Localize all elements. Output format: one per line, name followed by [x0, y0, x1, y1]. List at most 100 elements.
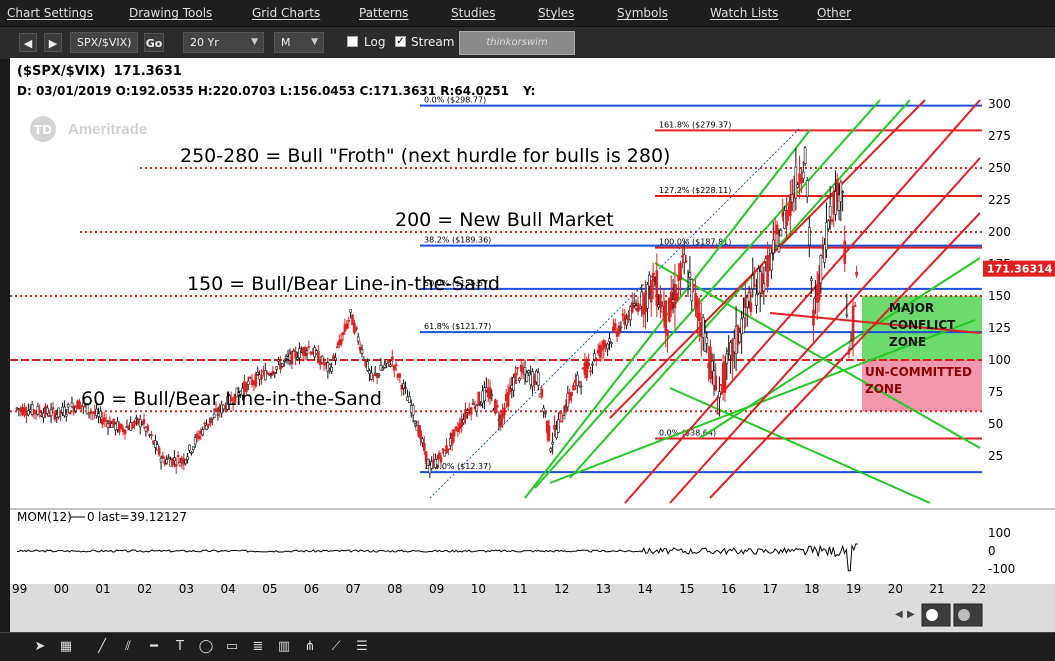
- candle-body: [387, 358, 390, 363]
- menu-symbols[interactable]: Symbols: [617, 6, 668, 20]
- zone-label: UN-COMMITTED: [865, 365, 972, 379]
- candle-body: [594, 358, 598, 362]
- fibonacci-icon[interactable]: ≣: [250, 640, 266, 654]
- candle-body: [632, 303, 636, 306]
- candle-body: [394, 364, 398, 366]
- candle-body: [142, 419, 146, 424]
- candle-body: [705, 337, 709, 344]
- candle-body: [254, 373, 258, 387]
- x-tick-label: 04: [221, 582, 236, 596]
- candle-body: [519, 364, 523, 372]
- candle-body: [591, 363, 594, 366]
- log-checkbox[interactable]: [347, 36, 358, 47]
- level-label: 150 = Bull/Bear Line-in-the-Sand: [187, 273, 500, 295]
- go-button[interactable]: Go: [144, 33, 164, 52]
- candle-body: [197, 435, 201, 440]
- candle-body: [638, 307, 642, 310]
- candle-body: [422, 443, 426, 451]
- scroll-right-icon[interactable]: ▶: [907, 609, 915, 620]
- candle-body: [621, 313, 625, 316]
- zone-label: MAJOR: [889, 301, 934, 315]
- candle-body: [201, 429, 205, 435]
- candle-body: [753, 284, 756, 287]
- candle-body: [608, 338, 611, 342]
- candle-body: [805, 180, 809, 197]
- menu-watch-lists[interactable]: Watch Lists: [710, 6, 778, 20]
- candle-body: [188, 444, 191, 451]
- timeframe-value: 20 Yr: [190, 36, 219, 49]
- chart-svg[interactable]: TD Ameritrade ($SPX/$VIX) 171.3631 D: 03/…: [10, 58, 1055, 632]
- candle-body: [146, 425, 150, 431]
- candle-body: [830, 219, 834, 222]
- ellipse-icon[interactable]: ◯: [198, 640, 214, 654]
- candle-body: [246, 380, 250, 385]
- menu-bar: Chart Settings Drawing Tools Grid Charts Pa…: [0, 0, 1055, 26]
- momentum-zero: 0: [87, 510, 95, 524]
- period-select[interactable]: M ▼: [274, 32, 324, 53]
- candle-body: [517, 378, 521, 381]
- text-tool-icon[interactable]: T: [172, 640, 188, 654]
- menu-grid-charts[interactable]: Grid Charts: [252, 6, 320, 20]
- thinkorswim-button[interactable]: thinkorswim: [459, 31, 575, 55]
- x-tick-label: 01: [95, 582, 110, 596]
- stream-label: Stream: [411, 35, 455, 49]
- y-tick-label: 75: [988, 385, 1003, 399]
- candle-body: [843, 240, 847, 264]
- stream-checkbox[interactable]: ✓: [395, 36, 406, 47]
- y-tick-label: 125: [988, 321, 1011, 335]
- rectangle-icon[interactable]: ▭: [224, 640, 240, 654]
- candle-body: [248, 376, 252, 379]
- candle-body: [785, 209, 788, 227]
- pitchfork-icon[interactable]: ⋔: [302, 640, 318, 654]
- menu-patterns[interactable]: Patterns: [359, 6, 408, 20]
- x-tick-label: 10: [471, 582, 486, 596]
- candle-body: [525, 372, 529, 382]
- candle-body: [167, 457, 170, 460]
- candle-body: [256, 372, 260, 375]
- timeframe-select[interactable]: 20 Yr ▼: [183, 32, 264, 53]
- grid-icon[interactable]: ▦: [58, 640, 74, 654]
- trendline-icon[interactable]: ╱: [94, 640, 110, 654]
- channel-icon[interactable]: ⫽: [120, 640, 136, 654]
- candle-body: [404, 387, 407, 389]
- forward-button[interactable]: ▶: [44, 33, 62, 52]
- candle-body: [184, 459, 187, 464]
- gann-icon[interactable]: ▥: [276, 640, 292, 654]
- scroll-left-icon[interactable]: ◀: [895, 609, 903, 620]
- candle-body: [298, 348, 301, 359]
- menu-studies[interactable]: Studies: [451, 6, 496, 20]
- candle-body: [725, 353, 729, 364]
- candle-body: [600, 348, 604, 351]
- candle-body: [269, 374, 273, 377]
- fib-label: 161.8% ($279.37): [659, 120, 731, 129]
- candle-body: [390, 356, 394, 361]
- back-button[interactable]: ◀: [19, 33, 37, 52]
- candle-body: [514, 373, 517, 384]
- candle-body: [477, 391, 481, 405]
- candle-body: [165, 459, 169, 464]
- candle-body: [560, 420, 564, 423]
- pointer-icon[interactable]: ➤: [32, 640, 48, 654]
- x-tick-label: 16: [721, 582, 736, 596]
- candle-body: [176, 455, 180, 457]
- candle-body: [579, 385, 583, 388]
- candle-body: [542, 407, 545, 412]
- menu-other[interactable]: Other: [817, 6, 851, 20]
- candle-body: [275, 366, 278, 370]
- chart-area[interactable]: TD Ameritrade ($SPX/$VIX) 171.3631 D: 03/…: [10, 58, 1055, 632]
- candle-body: [191, 446, 195, 450]
- candle-body: [598, 344, 602, 358]
- fan-icon[interactable]: ⟋: [328, 640, 344, 654]
- candle-body: [123, 429, 127, 435]
- menu-styles[interactable]: Styles: [538, 6, 574, 20]
- menu-drawing-tools[interactable]: Drawing Tools: [129, 6, 212, 20]
- symbol-input[interactable]: SPX/$VIX): [70, 32, 138, 53]
- menu-chart-settings[interactable]: Chart Settings: [7, 6, 93, 20]
- price-levels-icon[interactable]: ☰: [354, 640, 370, 654]
- candle-body: [606, 343, 609, 350]
- candle-body: [613, 323, 617, 330]
- candle-body: [679, 263, 682, 281]
- horizontal-line-icon[interactable]: ━: [146, 640, 162, 654]
- chevron-down-icon: ▼: [311, 37, 318, 47]
- candle-body: [372, 374, 375, 377]
